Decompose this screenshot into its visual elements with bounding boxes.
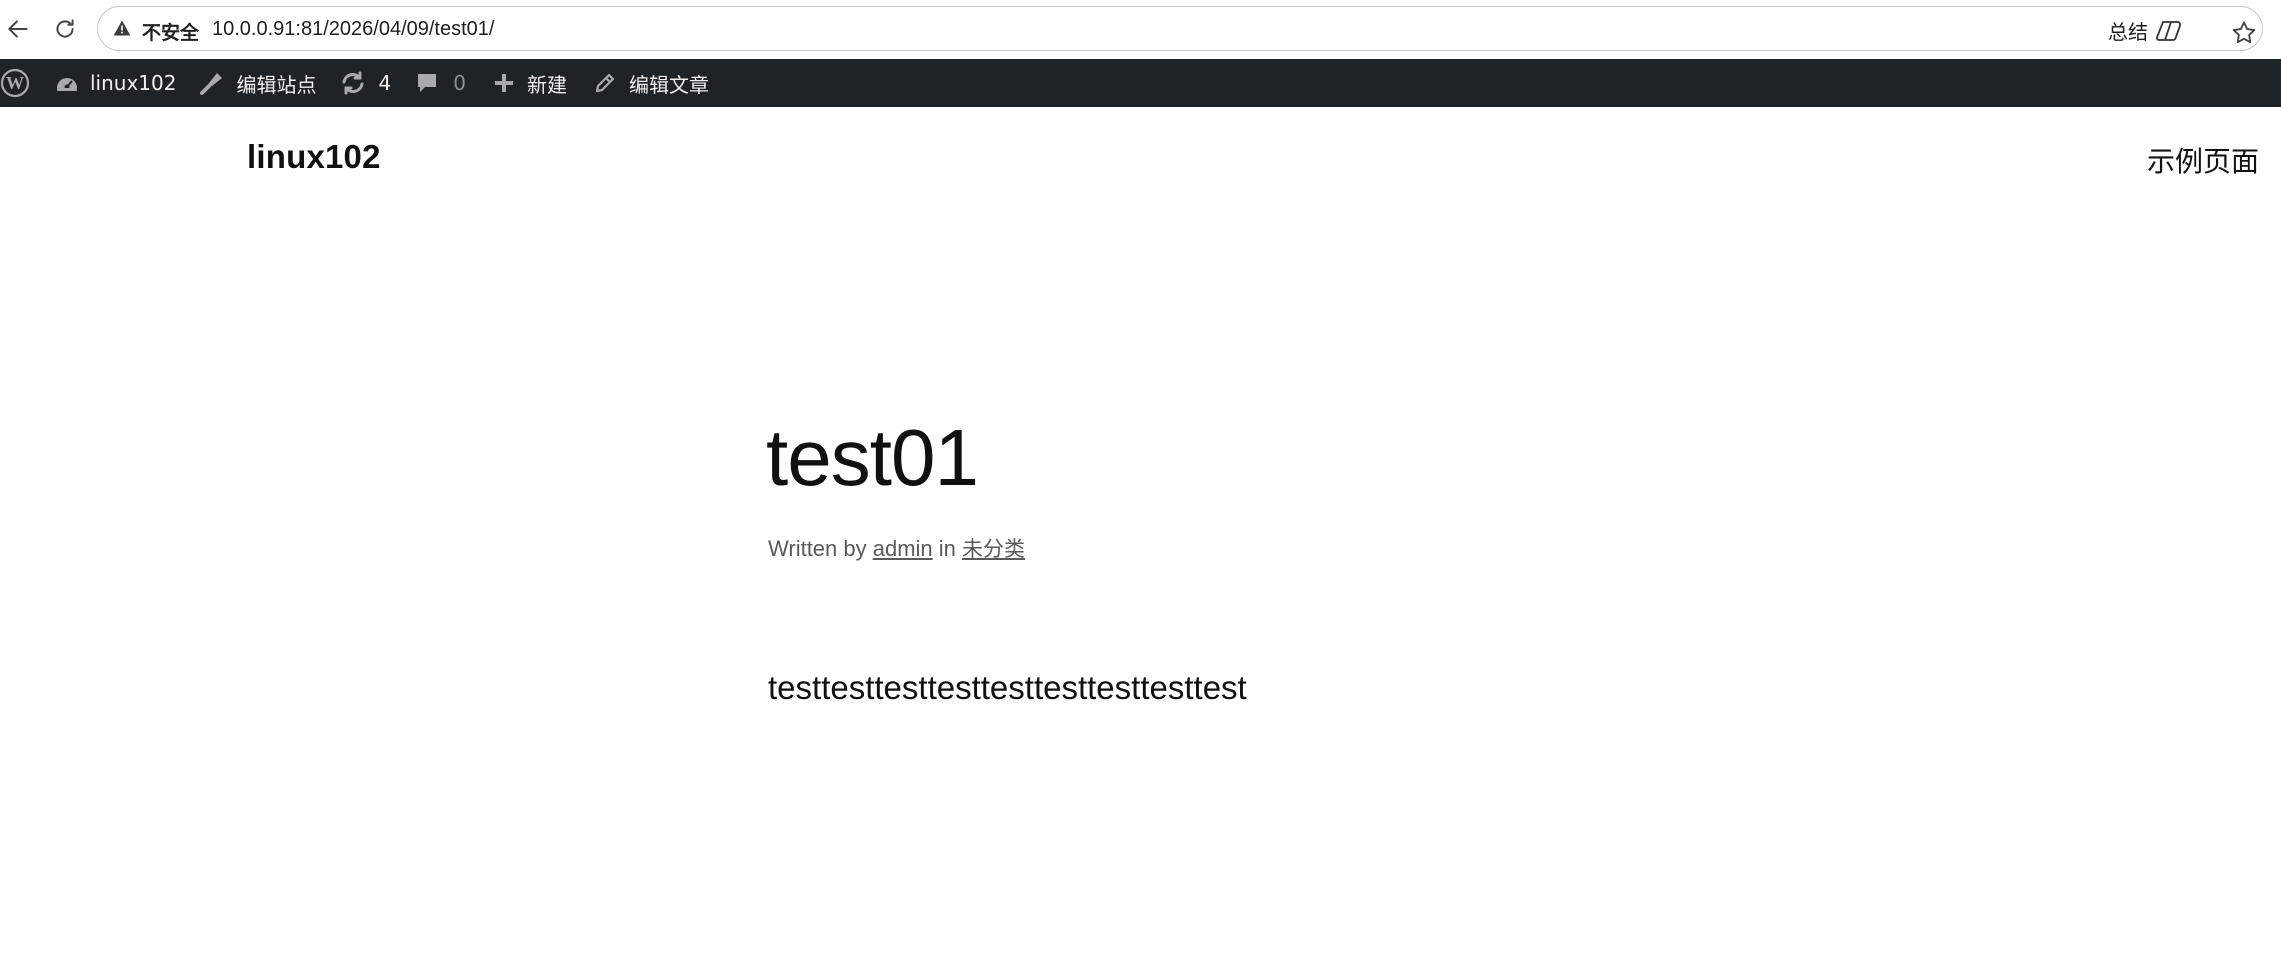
summary-button[interactable]: 总结 bbox=[2108, 16, 2182, 45]
updates-count: 4 bbox=[378, 71, 392, 95]
updates-icon bbox=[342, 71, 364, 95]
back-button[interactable] bbox=[0, 11, 36, 47]
author-link[interactable]: admin bbox=[873, 536, 933, 561]
arrow-left-icon bbox=[8, 20, 28, 38]
star-icon bbox=[2232, 21, 2256, 44]
wp-admin-bar: W linux102 编辑站点 4 0 新建 编辑文章 bbox=[0, 59, 2281, 107]
url-text[interactable]: 10.0.0.91:81/2026/04/09/test01/ bbox=[212, 18, 494, 41]
reload-button[interactable] bbox=[47, 11, 83, 47]
address-bar[interactable]: 不安全 10.0.0.91:81/2026/04/09/test01/ 总结 bbox=[97, 6, 2263, 51]
bookmark-button[interactable] bbox=[2226, 15, 2262, 51]
admin-bar-new-label: 新建 bbox=[526, 72, 567, 97]
post-title: test01 bbox=[766, 413, 979, 502]
category-link[interactable]: 未分类 bbox=[962, 537, 1025, 561]
admin-bar-comments[interactable]: 0 bbox=[415, 59, 466, 107]
plus-icon bbox=[494, 74, 513, 92]
admin-bar-site-label: linux102 bbox=[90, 71, 177, 95]
admin-bar-site-name[interactable]: linux102 bbox=[54, 59, 176, 107]
wordpress-icon: W bbox=[0, 68, 30, 98]
admin-bar-edit-post[interactable]: 编辑文章 bbox=[593, 59, 709, 107]
admin-bar-updates[interactable]: 4 bbox=[340, 59, 391, 107]
brush-icon bbox=[200, 73, 223, 95]
comments-count: 0 bbox=[453, 71, 466, 95]
security-status-label[interactable]: 不安全 bbox=[142, 18, 199, 45]
dashboard-icon bbox=[57, 78, 77, 91]
meta-written-by: Written by bbox=[768, 536, 867, 561]
wordpress-menu[interactable]: W bbox=[0, 59, 30, 107]
admin-bar-edit-label: 编辑文章 bbox=[628, 72, 709, 97]
admin-bar-customize[interactable]: 编辑站点 bbox=[198, 59, 316, 107]
meta-in: in bbox=[938, 536, 956, 561]
reload-icon bbox=[56, 19, 74, 38]
admin-bar-new[interactable]: 新建 bbox=[493, 59, 567, 107]
comment-icon bbox=[418, 74, 437, 92]
pencil-icon bbox=[595, 73, 615, 93]
nav-link-sample-page[interactable]: 示例页面 bbox=[2147, 140, 2259, 180]
site-title[interactable]: linux102 bbox=[247, 138, 381, 176]
post-content: testtesttesttesttesttesttesttesttest bbox=[768, 669, 1247, 706]
post-meta: Written by admin in 未分类 bbox=[768, 533, 1025, 563]
browser-toolbar: 不安全 10.0.0.91:81/2026/04/09/test01/ 总结 bbox=[0, 0, 2281, 58]
warning-icon[interactable] bbox=[112, 18, 132, 38]
copilot-icon bbox=[2154, 17, 2182, 45]
svg-text:W: W bbox=[6, 73, 24, 93]
admin-bar-customize-label: 编辑站点 bbox=[236, 72, 317, 97]
summary-label: 总结 bbox=[2108, 20, 2148, 44]
